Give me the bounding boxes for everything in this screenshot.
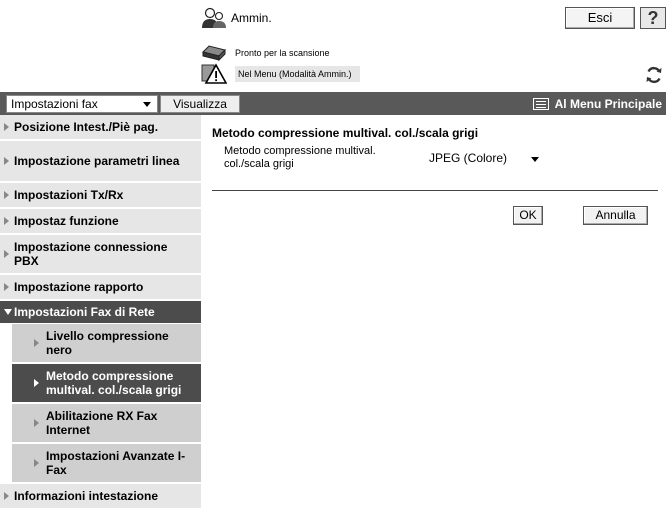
sidebar-item-header-info[interactable]: Informazioni intestazione (0, 484, 201, 508)
sidebar-item-label: Abilitazione RX Fax Internet (46, 409, 158, 437)
sidebar-item-label: Metodo compressione multival. col./scala… (46, 369, 182, 397)
triangle-right-icon (4, 250, 9, 258)
ok-button[interactable]: OK (513, 206, 543, 225)
sidebar-subitem-color-compression[interactable]: Metodo compressione multival. col./scala… (12, 364, 201, 402)
cancel-button[interactable]: Annulla (583, 206, 648, 225)
triangle-right-icon (34, 339, 39, 347)
triangle-right-icon (4, 191, 9, 199)
sidebar-item-label: Informazioni intestazione (14, 489, 159, 503)
chevron-down-icon (143, 102, 151, 107)
menu-icon (532, 97, 549, 110)
category-select-value: Impostazioni fax (11, 97, 98, 111)
sidebar-item-label: Impostazioni Fax di Rete (14, 305, 155, 319)
sidebar-item-label: Impostazione rapporto (14, 280, 144, 294)
user-name: Ammin. (231, 11, 272, 25)
status-mode: Nel Menu (Modalità Ammin.) (201, 63, 360, 85)
sidebar-item-label: Impostazioni Avanzate I-Fax (46, 449, 186, 477)
sidebar-item-tx-rx[interactable]: Impostazioni Tx/Rx (0, 183, 201, 207)
scanner-icon (201, 42, 227, 64)
sidebar-item-label: Impostazione parametri linea (14, 154, 180, 168)
compression-method-label: Metodo compressione multival. col./scala… (224, 145, 376, 170)
warning-icon (201, 63, 228, 85)
refresh-icon[interactable] (644, 65, 664, 85)
help-button[interactable]: ? (640, 7, 666, 29)
status-scan: Pronto per la scansione (201, 42, 330, 64)
sidebar-item-header-position[interactable]: Posizione Intest./Piè pag. (0, 115, 201, 139)
sidebar-item-label: Impostazione connessione PBX (14, 240, 168, 268)
main-menu-label: Al Menu Principale (554, 96, 662, 111)
triangle-down-icon (4, 309, 12, 315)
sidebar-subitem-ifax-advanced[interactable]: Impostazioni Avanzate I-Fax (12, 444, 201, 482)
triangle-right-icon (34, 459, 39, 467)
category-select[interactable]: Impostazioni fax (6, 95, 158, 113)
compression-method-value: JPEG (Colore) (429, 151, 508, 165)
sidebar-item-label: Posizione Intest./Piè pag. (14, 120, 159, 134)
main-menu-link[interactable]: Al Menu Principale (532, 92, 666, 115)
sidebar-item-label: Impostazioni Tx/Rx (14, 188, 124, 202)
view-button[interactable]: Visualizza (160, 95, 240, 113)
sidebar-item-pbx[interactable]: Impostazione connessione PBX (0, 235, 201, 273)
sidebar-subitem-black-compression[interactable]: Livello compressione nero (12, 324, 201, 362)
triangle-right-icon (4, 123, 9, 131)
chevron-down-icon (531, 157, 539, 162)
triangle-right-icon (4, 157, 9, 165)
triangle-right-icon (4, 283, 9, 291)
logout-button[interactable]: Esci (565, 7, 635, 29)
divider (212, 190, 658, 191)
page-title: Metodo compressione multival. col./scala… (212, 126, 479, 140)
sidebar-item-label: Impostaz funzione (14, 214, 119, 228)
triangle-right-icon (4, 492, 9, 500)
sidebar-item-label: Livello compressione nero (46, 329, 169, 357)
sidebar-item-line-parameters[interactable]: Impostazione parametri linea (0, 141, 201, 181)
sidebar-subitem-internet-fax-rx[interactable]: Abilitazione RX Fax Internet (12, 404, 201, 442)
triangle-right-icon (34, 379, 39, 387)
status-mode-text: Nel Menu (Modalità Ammin.) (235, 66, 360, 82)
sidebar-item-network-fax[interactable]: Impostazioni Fax di Rete (0, 301, 201, 323)
user-icon (201, 7, 227, 29)
compression-method-select[interactable]: JPEG (Colore) (424, 149, 546, 167)
sidebar-item-function[interactable]: Impostaz funzione (0, 209, 201, 233)
status-scan-text: Pronto per la scansione (235, 48, 330, 58)
triangle-right-icon (4, 217, 9, 225)
triangle-right-icon (34, 419, 39, 427)
sidebar-item-report[interactable]: Impostazione rapporto (0, 275, 201, 299)
